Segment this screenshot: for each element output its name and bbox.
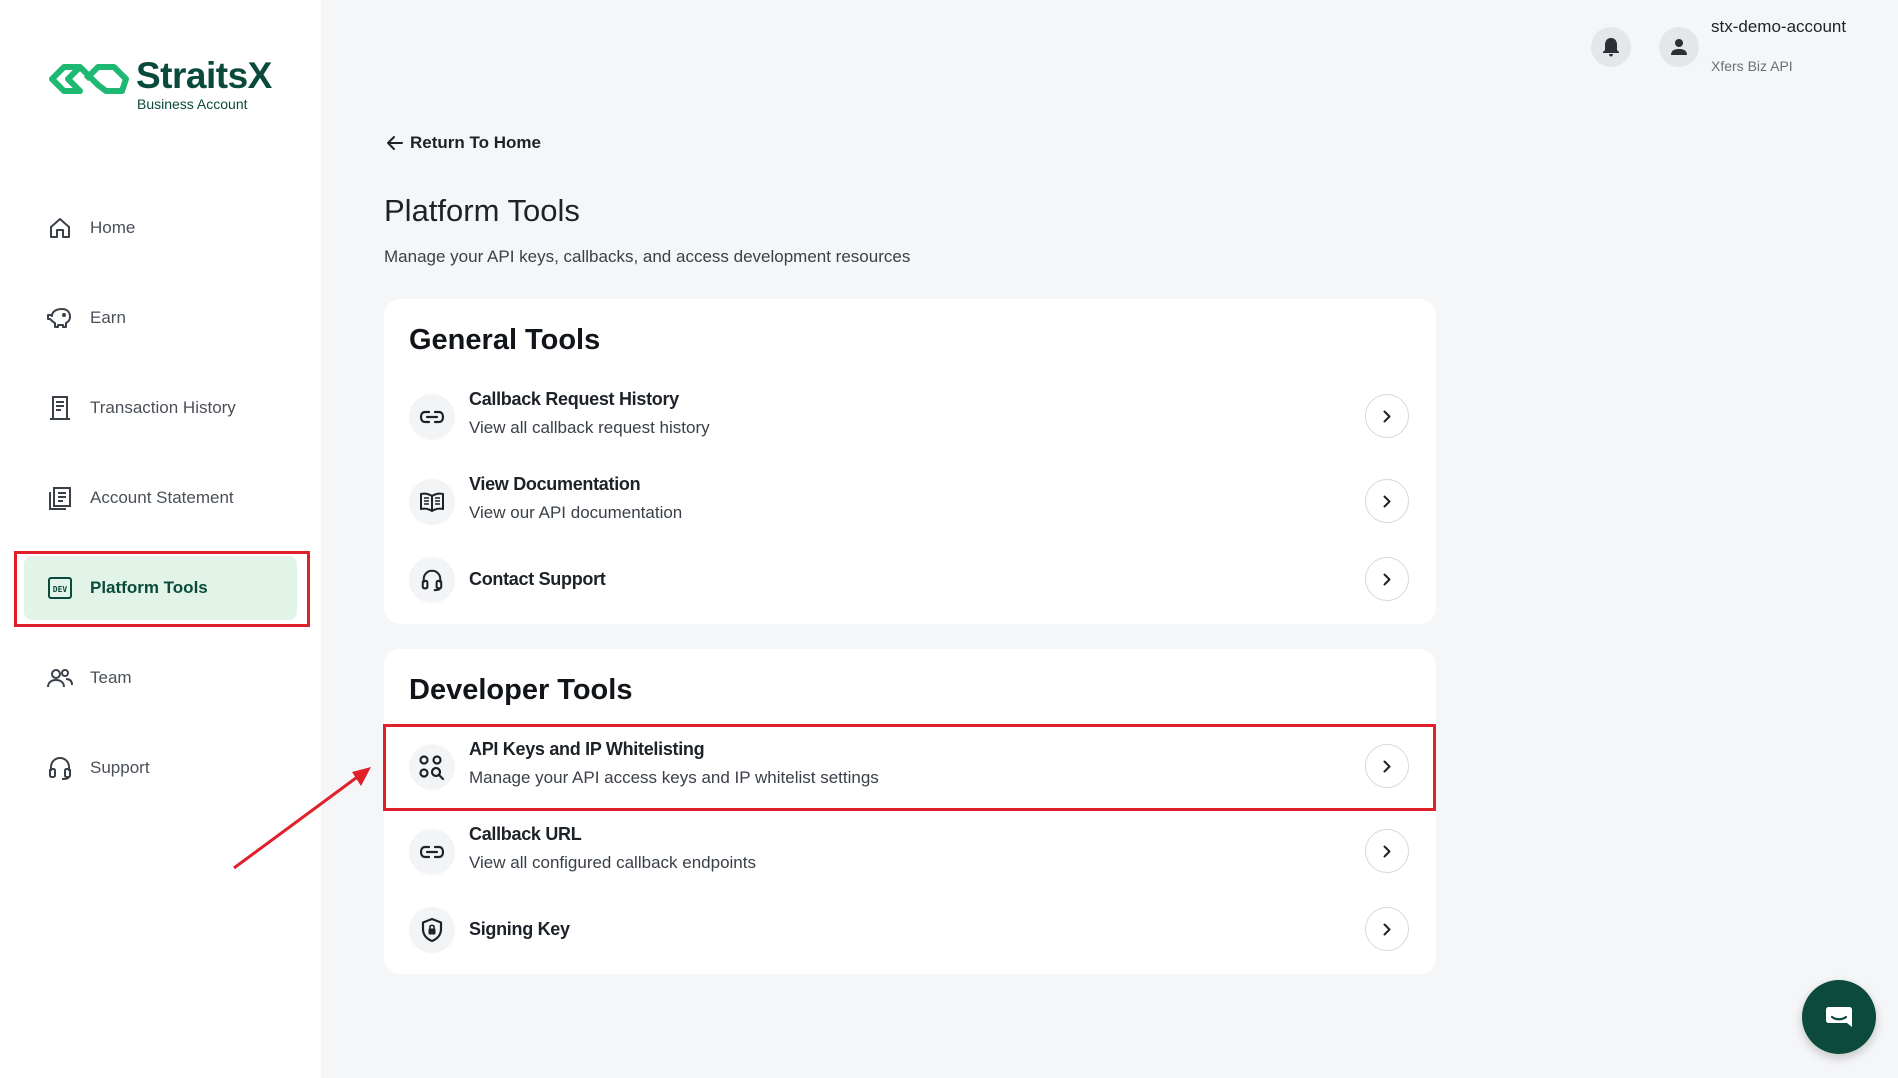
chevron-right-icon — [1383, 410, 1391, 422]
api-keys-ip-whitelisting-row[interactable]: API Keys and IP Whitelisting Manage your… — [384, 737, 1436, 797]
row-title: API Keys and IP Whitelisting — [469, 739, 705, 759]
svg-text:DEV: DEV — [53, 585, 68, 594]
sidebar-item-team[interactable]: Team — [24, 646, 297, 710]
bell-icon — [1603, 38, 1619, 57]
chat-button[interactable] — [1802, 980, 1876, 1054]
straitsx-logo-icon — [49, 64, 129, 94]
row-description: View all callback request history — [469, 418, 710, 437]
signing-key-row[interactable]: Signing Key — [384, 904, 1436, 956]
contact-support-row[interactable]: Contact Support — [384, 554, 1436, 606]
row-title: Signing Key — [469, 919, 570, 939]
row-description: View all configured callback endpoints — [469, 853, 756, 872]
chat-icon — [1826, 1007, 1852, 1027]
brand-name: StraitsX — [136, 55, 272, 96]
notifications-button[interactable] — [1591, 27, 1631, 67]
chevron-right-icon — [1383, 845, 1391, 857]
link-icon — [409, 394, 455, 440]
dev-icon: DEV — [46, 574, 74, 602]
view-documentation-row[interactable]: View Documentation View our API document… — [384, 472, 1436, 532]
account-subtitle: Xfers Biz API — [1711, 58, 1793, 74]
return-to-home-label: Return To Home — [410, 133, 541, 152]
chevron-right-icon — [1383, 573, 1391, 585]
page-title: Platform Tools — [384, 193, 580, 228]
page-subtitle: Manage your API keys, callbacks, and acc… — [384, 247, 911, 266]
statement-icon — [46, 484, 74, 512]
link-icon — [409, 829, 455, 875]
team-icon — [46, 664, 74, 692]
user-icon — [1671, 39, 1687, 55]
chevron-right-button[interactable] — [1365, 479, 1409, 523]
row-description: Manage your API access keys and IP white… — [469, 768, 879, 787]
chevron-right-button[interactable] — [1365, 557, 1409, 601]
chevron-right-icon — [1383, 495, 1391, 507]
avatar[interactable] — [1659, 27, 1699, 67]
row-description: View our API documentation — [469, 503, 683, 522]
chevron-right-button[interactable] — [1365, 829, 1409, 873]
sidebar-item-label: Account Statement — [90, 488, 234, 507]
sidebar-item-label: Transaction History — [90, 398, 236, 417]
sidebar-item-account-statement[interactable]: Account Statement — [24, 466, 297, 530]
general-tools-card: General Tools Callback Request History V… — [384, 299, 1436, 624]
sidebar-item-home[interactable]: Home — [24, 196, 297, 260]
chevron-right-icon — [1383, 923, 1391, 935]
shield-lock-icon — [409, 907, 455, 953]
card-title: Developer Tools — [409, 674, 633, 706]
callback-url-row[interactable]: Callback URL View all configured callbac… — [384, 822, 1436, 882]
sidebar-item-platform-tools[interactable]: DEV Platform Tools — [24, 556, 297, 620]
developer-tools-card: Developer Tools API Keys and IP Whitelis… — [384, 649, 1436, 974]
return-to-home-link[interactable]: Return To Home — [386, 133, 541, 153]
home-icon — [46, 214, 74, 242]
sidebar-item-support[interactable]: Support — [24, 736, 297, 800]
sidebar-item-label: Home — [90, 218, 136, 237]
brand-subtitle: Business Account — [137, 96, 248, 112]
account-name[interactable]: stx-demo-account — [1711, 17, 1846, 37]
sidebar-item-label: Platform Tools — [90, 578, 208, 597]
row-title: Contact Support — [469, 569, 606, 589]
sidebar: StraitsX Business Account Home Earn Tran… — [0, 0, 321, 1078]
row-title: Callback URL — [469, 824, 582, 844]
sidebar-item-transaction-history[interactable]: Transaction History — [24, 376, 297, 440]
brand-logo[interactable]: StraitsX Business Account — [48, 56, 272, 112]
chevron-right-button[interactable] — [1365, 744, 1409, 788]
piggy-bank-icon — [46, 304, 74, 332]
sidebar-item-label: Team — [90, 668, 132, 687]
receipt-icon — [46, 394, 74, 422]
chevron-right-button[interactable] — [1365, 907, 1409, 951]
sidebar-item-label: Support — [90, 758, 150, 777]
callback-request-history-row[interactable]: Callback Request History View all callba… — [384, 387, 1436, 447]
arrow-left-icon — [387, 136, 403, 150]
card-title: General Tools — [409, 324, 601, 356]
chevron-right-button[interactable] — [1365, 394, 1409, 438]
headset-icon — [409, 557, 455, 603]
row-title: View Documentation — [469, 474, 641, 494]
key-search-icon — [409, 744, 455, 790]
sidebar-item-earn[interactable]: Earn — [24, 286, 297, 350]
row-title: Callback Request History — [469, 389, 679, 409]
sidebar-item-label: Earn — [90, 308, 126, 327]
chevron-right-icon — [1383, 760, 1391, 772]
headset-icon — [46, 754, 74, 782]
book-icon — [409, 479, 455, 525]
